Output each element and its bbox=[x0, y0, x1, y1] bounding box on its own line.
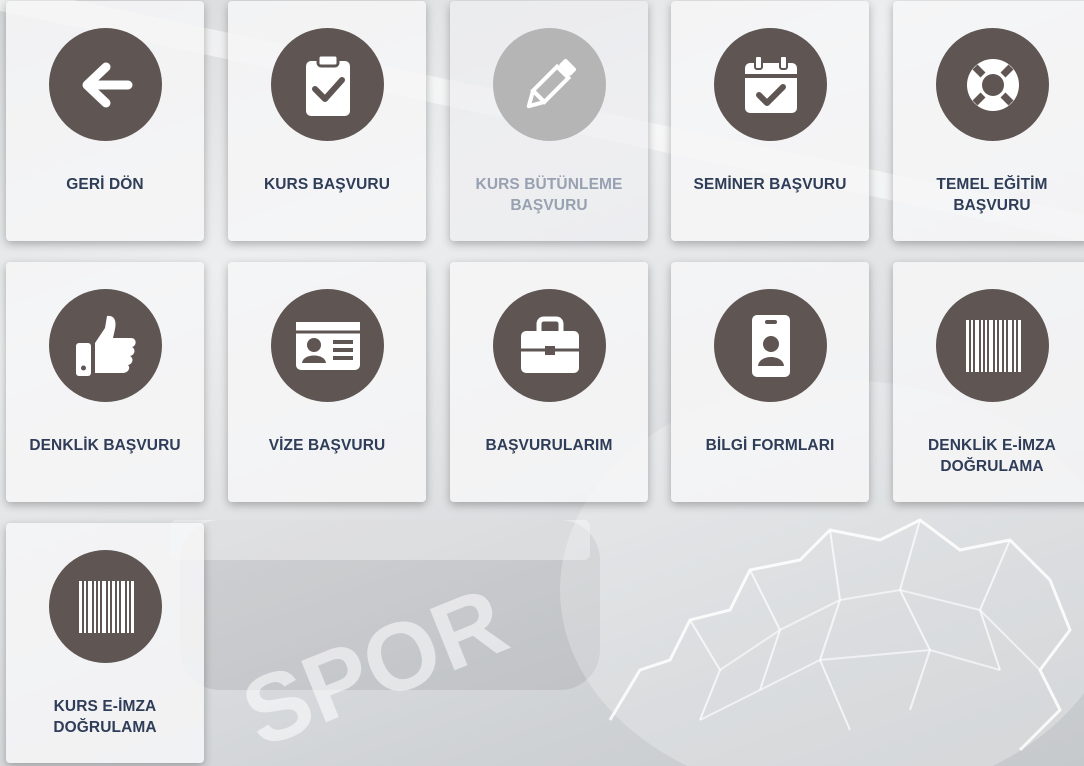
menu-tile-label: TEMEL EĞİTİM BAŞVURU bbox=[936, 176, 1048, 214]
menu-tile-label: DENKLİK E-İMZA DOĞRULAMA bbox=[928, 437, 1056, 475]
menu-tile[interactable]: BAŞVURULARIM bbox=[450, 262, 648, 502]
calendar-check-icon bbox=[740, 54, 802, 116]
pencil-icon bbox=[518, 53, 582, 117]
icon-circle bbox=[49, 289, 162, 402]
menu-tile[interactable]: KURS BAŞVURU bbox=[228, 1, 426, 241]
icon-circle bbox=[493, 289, 606, 402]
menu-tile-label: KURS E-İMZA DOĞRULAMA bbox=[53, 698, 157, 736]
briefcase-icon bbox=[517, 316, 583, 376]
menu-tile[interactable]: DENKLİK BAŞVURU bbox=[6, 262, 204, 502]
menu-tile[interactable]: DENKLİK E-İMZA DOĞRULAMA bbox=[893, 262, 1084, 502]
bg-panel bbox=[170, 520, 590, 560]
menu-tile-label: KURS BÜTÜNLEME BAŞVURU bbox=[475, 176, 623, 214]
arrow-left-icon bbox=[76, 55, 136, 115]
icon-circle bbox=[271, 289, 384, 402]
menu-tile-label: GERİ DÖN bbox=[66, 176, 144, 193]
id-badge-icon bbox=[748, 313, 794, 379]
menu-tile-label: BİLGİ FORMLARI bbox=[705, 437, 835, 454]
icon-circle bbox=[493, 28, 606, 141]
life-ring-icon bbox=[961, 53, 1025, 117]
icon-circle bbox=[271, 28, 384, 141]
menu-tile-label: SEMİNER BAŞVURU bbox=[693, 176, 847, 193]
icon-circle bbox=[49, 550, 162, 663]
menu-tile[interactable]: SEMİNER BAŞVURU bbox=[671, 1, 869, 241]
clipboard-check-icon bbox=[298, 52, 358, 118]
menu-tile[interactable]: BİLGİ FORMLARI bbox=[671, 262, 869, 502]
menu-tile[interactable]: TEMEL EĞİTİM BAŞVURU bbox=[893, 1, 1084, 241]
icon-circle bbox=[49, 28, 162, 141]
icon-circle bbox=[936, 289, 1049, 402]
menu-tile[interactable]: KURS E-İMZA DOĞRULAMA bbox=[6, 523, 204, 763]
menu-tile-label: VİZE BAŞVURU bbox=[268, 437, 386, 454]
icon-circle bbox=[936, 28, 1049, 141]
menu-tile-label: KURS BAŞVURU bbox=[263, 176, 391, 193]
id-card-icon bbox=[293, 318, 363, 374]
menu-tile-label: DENKLİK BAŞVURU bbox=[29, 437, 181, 454]
barcode-icon bbox=[963, 317, 1023, 375]
icon-circle bbox=[714, 289, 827, 402]
menu-tile: KURS BÜTÜNLEME BAŞVURU bbox=[450, 1, 648, 241]
menu-tile[interactable]: VİZE BAŞVURU bbox=[228, 262, 426, 502]
bg-map-outline bbox=[608, 518, 1072, 752]
menu-tile-label: BAŞVURULARIM bbox=[485, 437, 613, 454]
menu-tile[interactable]: GERİ DÖN bbox=[6, 1, 204, 241]
thumbs-up-icon bbox=[73, 313, 139, 379]
icon-circle bbox=[714, 28, 827, 141]
barcode-icon bbox=[76, 578, 136, 636]
